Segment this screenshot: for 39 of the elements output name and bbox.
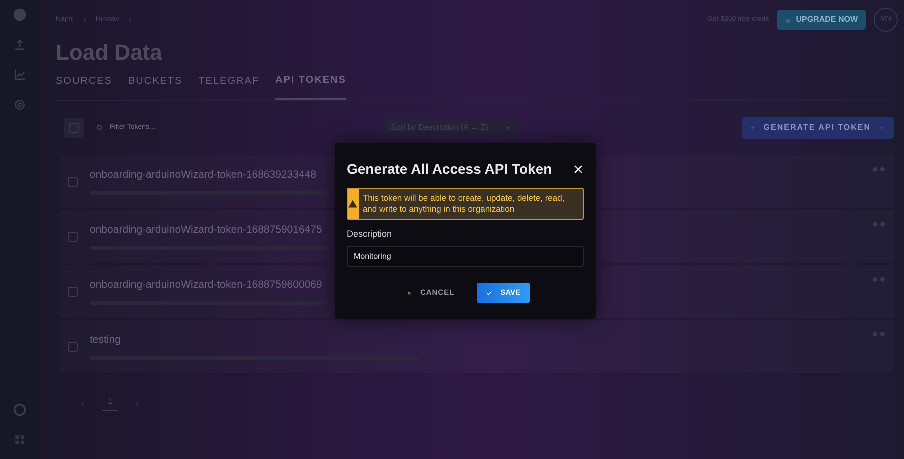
token-name[interactable]: onboarding-arduinoWizard-token-1688759600069 — [90, 278, 330, 294]
row-checkbox[interactable] — [68, 286, 78, 296]
next-page-icon[interactable] — [134, 400, 140, 406]
tab[interactable]: API TOKENS — [275, 73, 346, 100]
grid-icon[interactable] — [13, 433, 27, 447]
logo-icon[interactable] — [13, 8, 27, 22]
description-field[interactable]: Monitoring — [347, 246, 584, 267]
field-label: Description — [346, 228, 394, 242]
check-icon — [486, 290, 493, 296]
plus-icon — [750, 125, 756, 131]
token-actions-icon[interactable] — [872, 165, 886, 174]
close-icon[interactable] — [573, 164, 584, 175]
token-actions-icon[interactable] — [872, 330, 886, 339]
tab[interactable]: TELEGRAF — [198, 73, 260, 100]
generate-token-button[interactable]: GENERATE API TOKEN — [742, 117, 894, 139]
row-checkbox[interactable] — [68, 342, 78, 352]
upgrade-button[interactable]: UPGRADE NOW — [777, 10, 866, 30]
token-name[interactable]: testing — [90, 332, 420, 348]
chevron-icon — [127, 17, 134, 23]
previous-page-icon[interactable] — [80, 400, 86, 406]
modal-title: Generate All Access API Token — [347, 160, 552, 179]
row-checkbox[interactable] — [68, 176, 78, 186]
row-checkbox[interactable] — [68, 232, 78, 242]
close-icon — [407, 290, 412, 296]
tab[interactable]: SOURCES — [56, 73, 112, 100]
tab[interactable]: BUCKETS — [128, 73, 183, 100]
token-name[interactable]: onboarding-arduinoWizard-token-168639233448 — [90, 168, 330, 184]
chart-icon[interactable] — [13, 68, 27, 82]
settings-icon[interactable] — [13, 98, 27, 112]
token-name[interactable]: onboarding-arduinoWizard-token-1688759016475 — [90, 222, 330, 238]
caret-icon — [879, 124, 886, 132]
select-all-checkbox[interactable] — [64, 118, 84, 138]
chevron-icon — [82, 17, 88, 23]
search-icon — [96, 124, 104, 132]
token-actions-icon[interactable] — [872, 220, 886, 229]
upload-icon[interactable] — [13, 38, 27, 52]
caret-icon — [504, 124, 512, 132]
token-actions-icon[interactable] — [872, 275, 886, 284]
warning-text: This token will be able to create, update, delete, read, and write to anything in this organization — [362, 192, 566, 216]
